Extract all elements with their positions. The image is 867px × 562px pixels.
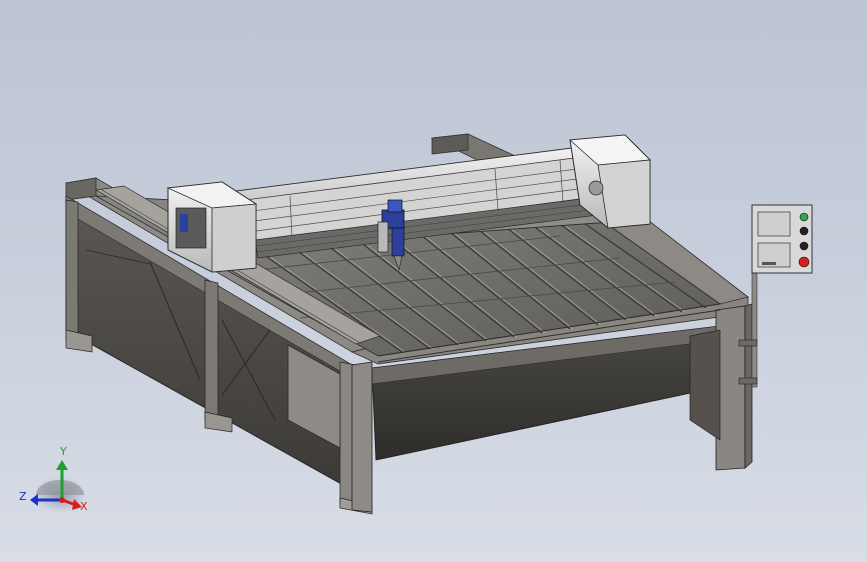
function-button-2[interactable]: [799, 241, 809, 251]
emergency-stop-button[interactable]: [798, 256, 810, 268]
start-button[interactable]: [799, 212, 809, 222]
y-axis-arrowhead: [56, 460, 68, 470]
cad-model-scene[interactable]: Y X Z: [0, 0, 867, 562]
z-axis-label: Z: [19, 490, 27, 503]
y-axis-label: Y: [59, 445, 67, 458]
z-axis-arrowhead: [30, 494, 38, 506]
x-axis-label: X: [80, 500, 88, 513]
function-button-1[interactable]: [799, 226, 809, 236]
orientation-triad[interactable]: Y X Z: [19, 445, 88, 513]
cad-viewport[interactable]: Y X Z: [0, 0, 867, 562]
